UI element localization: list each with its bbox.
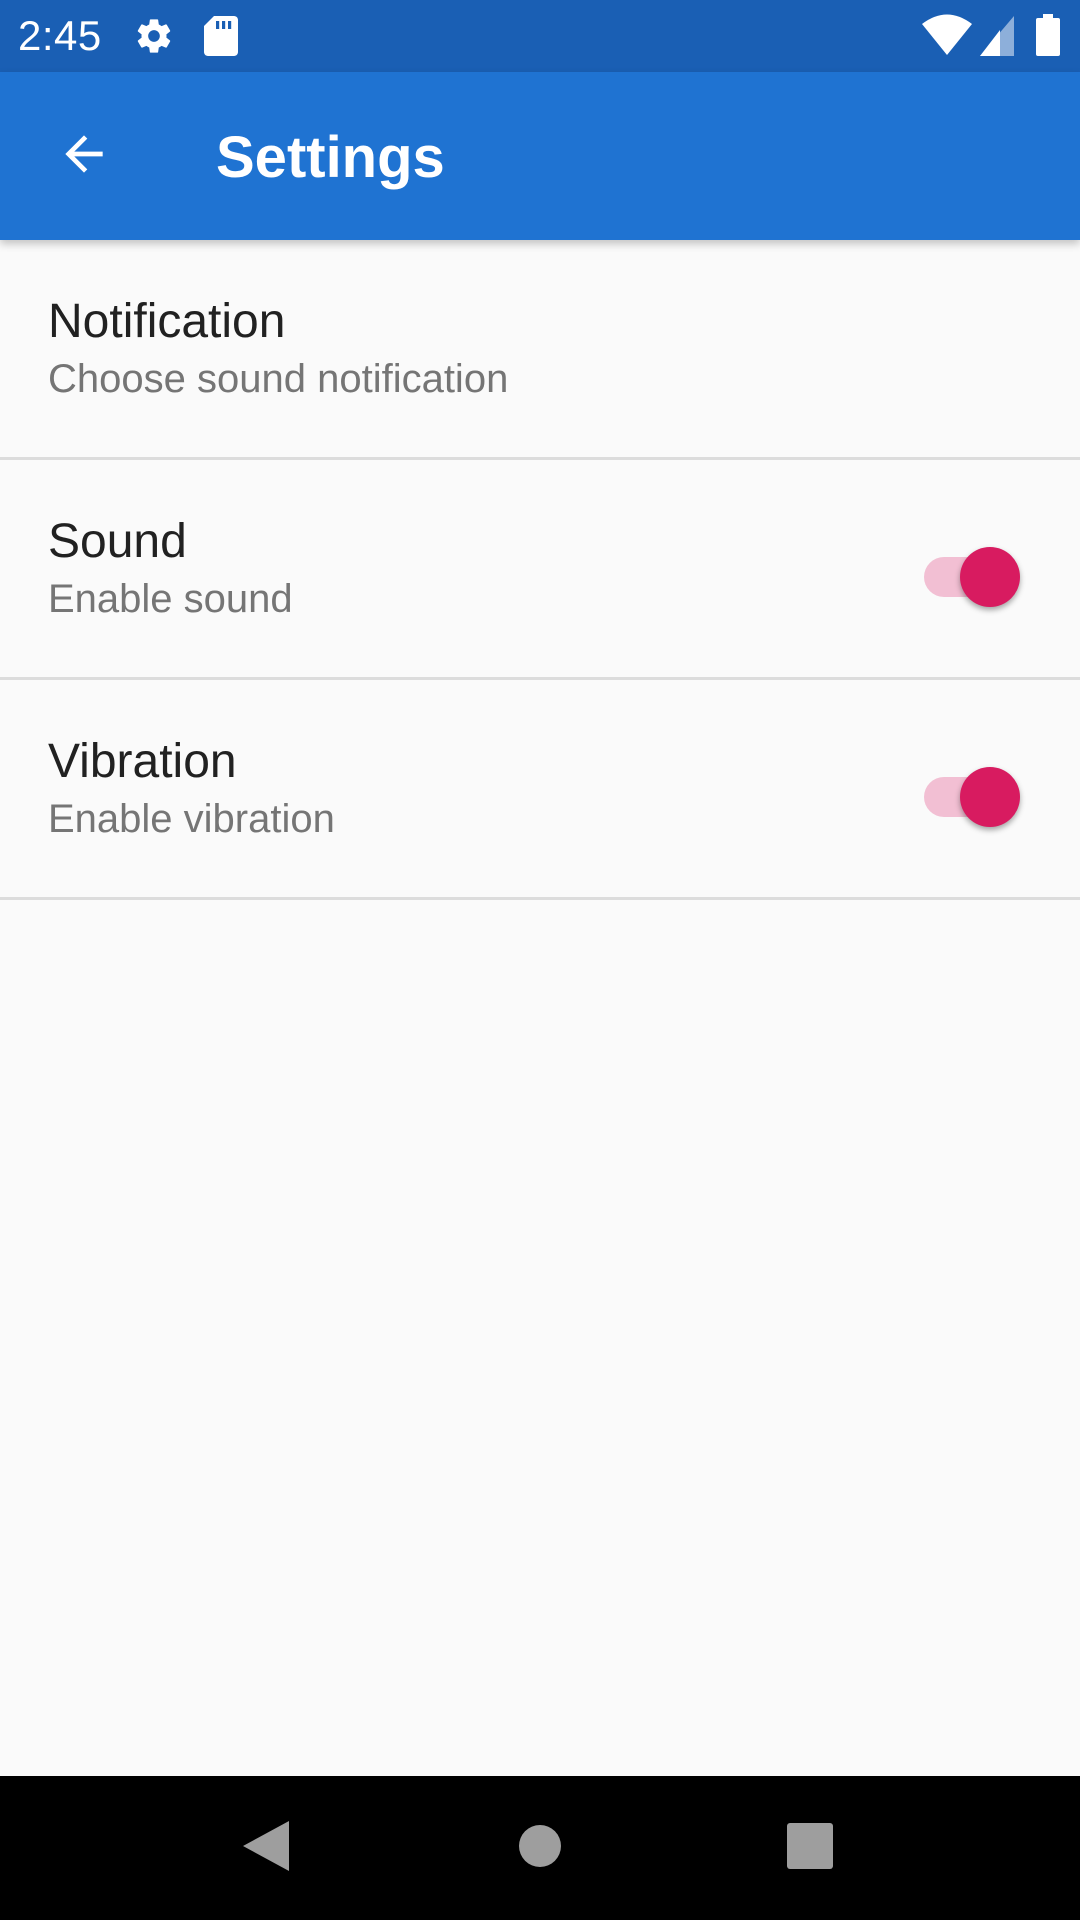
gear-icon: [134, 16, 174, 56]
navigation-bar: [0, 1776, 1080, 1920]
status-bar: 2:45: [0, 0, 1080, 72]
setting-summary: Enable vibration: [48, 797, 335, 841]
back-triangle-icon: [243, 1820, 289, 1876]
cell-signal-icon: [980, 16, 1014, 56]
nav-recents-button[interactable]: [760, 1798, 860, 1898]
home-circle-icon: [518, 1824, 562, 1873]
setting-item-sound[interactable]: Sound Enable sound: [0, 460, 1080, 680]
setting-item-notification[interactable]: Notification Choose sound notification: [0, 240, 1080, 460]
setting-title: Sound: [48, 515, 187, 568]
nav-back-button[interactable]: [216, 1798, 316, 1898]
status-time: 2:45: [18, 12, 102, 59]
setting-item-vibration[interactable]: Vibration Enable vibration: [0, 680, 1080, 900]
arrow-back-icon: [56, 126, 112, 187]
recents-square-icon: [787, 1822, 833, 1874]
wifi-icon: [922, 14, 972, 56]
switch-thumb: [960, 767, 1020, 827]
sd-card-icon: [204, 16, 238, 56]
nav-home-button[interactable]: [490, 1798, 590, 1898]
setting-summary: Enable sound: [48, 577, 293, 621]
settings-list: Notification Choose sound notification S…: [0, 240, 1080, 900]
sound-toggle-switch[interactable]: [920, 540, 1020, 607]
setting-title: Notification: [48, 295, 286, 348]
switch-thumb: [960, 547, 1020, 607]
back-button[interactable]: [36, 108, 132, 204]
battery-icon: [1036, 14, 1060, 56]
setting-summary: Choose sound notification: [48, 357, 509, 401]
vibration-toggle-switch[interactable]: [920, 760, 1020, 827]
app-bar: Settings: [0, 72, 1080, 240]
page-title: Settings: [216, 125, 445, 190]
setting-title: Vibration: [48, 735, 237, 788]
